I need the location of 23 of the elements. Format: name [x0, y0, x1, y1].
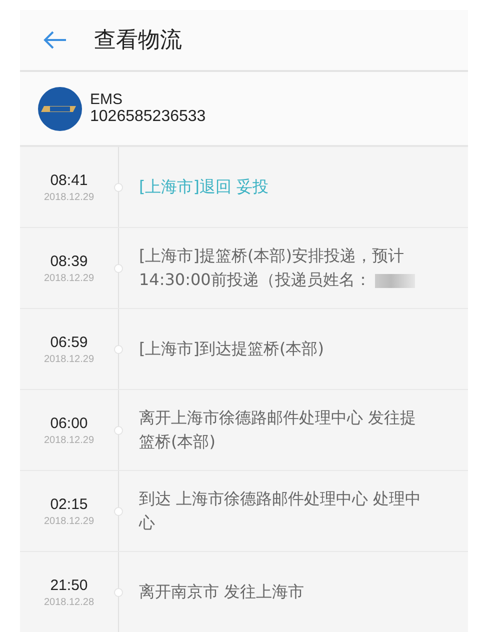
- event-time: 02:15: [50, 496, 88, 512]
- event-time: 06:59: [50, 334, 88, 350]
- back-arrow-icon[interactable]: [42, 30, 68, 50]
- event-description: [上海市]到达提篮桥(本部): [139, 338, 325, 360]
- event-date: 2018.12.29: [44, 192, 94, 202]
- event-time: 21:50: [50, 576, 88, 594]
- event-time: 06:00: [50, 414, 88, 432]
- event-time: 08:39: [50, 252, 88, 270]
- event-date: 2018.12.29: [44, 516, 94, 526]
- page-title: 查看物流: [94, 27, 182, 55]
- event-description: 离开上海市徐德路邮件处理中心 发往提篮桥(本部): [139, 407, 418, 453]
- event-date: 2018.12.29: [44, 434, 94, 446]
- carrier-name: EMS: [90, 91, 124, 108]
- event-description: [上海市]退回 妥投: [139, 176, 270, 198]
- carrier-logo-icon: [38, 86, 82, 130]
- tracking-number: 1026585236533: [90, 108, 206, 126]
- event-description: 到达 上海市徐德路邮件处理中心 处理中心: [139, 488, 422, 534]
- event-time: 08:41: [50, 172, 88, 188]
- event-date: 2018.12.28: [44, 596, 94, 608]
- event-date: 2018.12.29: [44, 272, 94, 284]
- event-description: [上海市]提篮桥(本部)安排投递，预计14:30:00前投递（投递员姓名：: [139, 244, 427, 292]
- event-description: 离开南京市 发往上海市: [139, 581, 306, 603]
- event-date: 2018.12.29: [44, 354, 94, 364]
